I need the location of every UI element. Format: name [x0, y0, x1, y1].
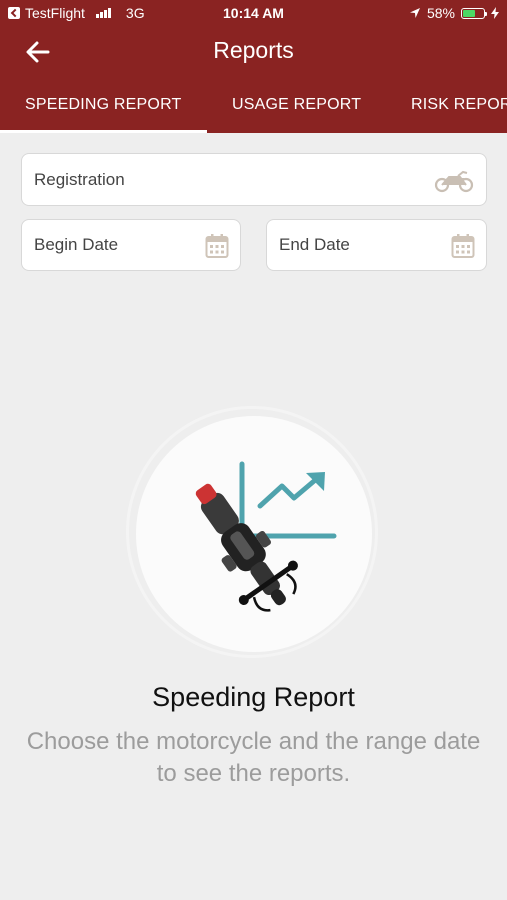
empty-state-description: Choose the motorcycle and the range date… — [26, 728, 481, 787]
end-date-field[interactable] — [266, 219, 487, 271]
tab-speeding-report[interactable]: SPEEDING REPORT — [25, 96, 182, 114]
registration-input[interactable] — [34, 154, 382, 205]
empty-state-title: Speeding Report — [152, 682, 355, 712]
tab-usage-report[interactable]: USAGE REPORT — [232, 96, 361, 114]
battery-percent: 58% — [426, 5, 455, 21]
location-icon — [409, 8, 420, 18]
begin-date-input[interactable] — [34, 220, 198, 270]
charging-icon — [491, 7, 499, 19]
battery-icon — [461, 7, 487, 19]
app-header: TestFlight 3G 10:14 AM 58% Reports SPEED… — [0, 0, 507, 133]
page-title: Reports — [213, 37, 294, 63]
motorcycle-icon — [434, 170, 474, 193]
begin-date-field[interactable] — [21, 219, 241, 271]
calendar-icon[interactable] — [451, 233, 475, 259]
speeding-report-illustration — [136, 416, 372, 652]
chart-trend-icon — [195, 461, 337, 612]
report-tabs: SPEEDING REPORT USAGE REPORT RISK REPORT — [0, 90, 507, 133]
tab-risk-report[interactable]: RISK REPORT — [411, 96, 507, 114]
calendar-icon[interactable] — [205, 233, 229, 259]
registration-field[interactable] — [21, 153, 487, 206]
active-tab-indicator — [0, 130, 207, 133]
status-bar: TestFlight 3G 10:14 AM 58% — [0, 0, 507, 28]
end-date-input[interactable] — [279, 220, 444, 270]
